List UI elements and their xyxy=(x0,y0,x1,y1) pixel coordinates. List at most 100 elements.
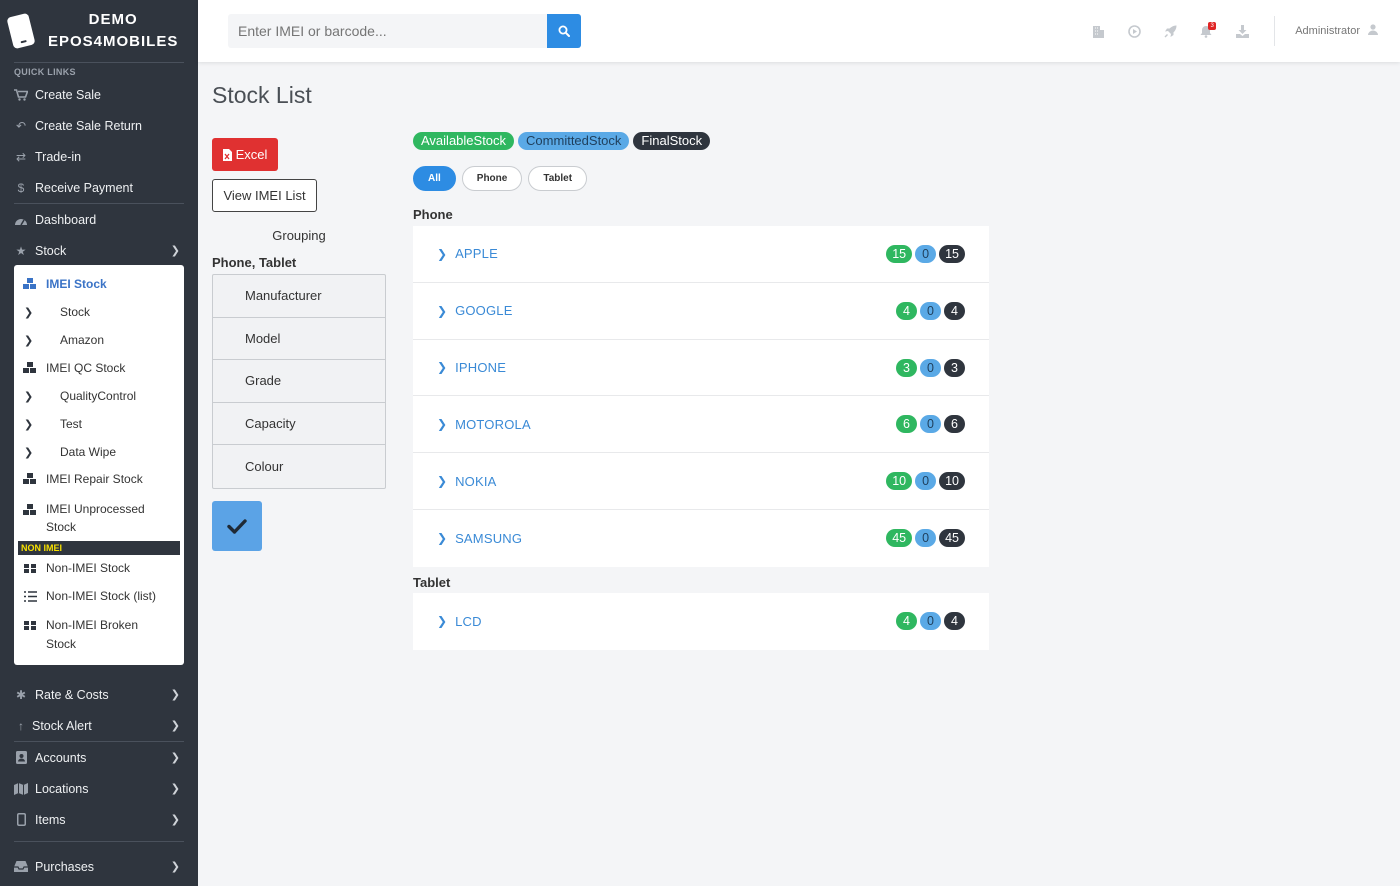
submenu-non-imei-stock[interactable]: Non-IMEI Stock xyxy=(22,561,130,575)
chevron-right-icon: ❯ xyxy=(437,303,448,318)
nav-locations[interactable]: Locations ❯ xyxy=(0,773,198,804)
download-icon[interactable] xyxy=(1224,0,1260,62)
manufacturer-row[interactable]: ❯ LCD 4 0 4 xyxy=(413,593,989,650)
final-count: 15 xyxy=(939,245,965,263)
sidebar: DEMO EPOS4MOBILES QUICK LINKS Create Sal… xyxy=(0,0,198,886)
committed-count: 0 xyxy=(920,358,941,377)
building-icon[interactable] xyxy=(1080,0,1116,62)
address-book-icon xyxy=(14,751,28,765)
chevron-right-icon: ❯ xyxy=(24,306,34,319)
nav-stock-alert[interactable]: ↑ Stock Alert ❯ xyxy=(0,710,198,741)
submenu-label: Test xyxy=(60,417,83,431)
available-count: 45 xyxy=(886,528,913,547)
search-button[interactable] xyxy=(547,14,581,48)
brand-text: DEMO EPOS4MOBILES xyxy=(48,9,178,53)
nav-items[interactable]: Items ❯ xyxy=(0,804,198,835)
chevron-right-icon: ❯ xyxy=(170,814,180,826)
nav-create-sale[interactable]: Create Sale xyxy=(0,79,198,110)
excel-export-button[interactable]: Excel xyxy=(212,138,278,171)
manufacturer-name: APPLE xyxy=(455,246,498,262)
chevron-right-icon: ❯ xyxy=(170,689,180,701)
submenu-label: Non-IMEI Broken Stock xyxy=(46,616,138,654)
dashboard-icon xyxy=(14,213,28,227)
legend-final: FinalStock xyxy=(633,132,711,150)
nav-label: Stock xyxy=(35,243,67,258)
chevron-right-icon: ❯ xyxy=(170,720,180,732)
nav-rate-costs[interactable]: ✱ Rate & Costs ❯ xyxy=(0,679,198,710)
nav-label: Create Sale Return xyxy=(35,118,143,133)
view-imei-list-button[interactable]: View IMEI List xyxy=(212,179,317,212)
manufacturer-row[interactable]: ❯ APPLE 15 0 15 xyxy=(413,226,989,283)
submenu-label: QualityControl xyxy=(60,389,137,403)
star-icon: ★ xyxy=(15,243,27,258)
exchange-icon: ⇄ xyxy=(15,149,27,164)
nav-label: Create Sale xyxy=(35,87,102,102)
nav-purchases[interactable]: Purchases ❯ xyxy=(0,851,198,882)
filter-phone[interactable]: Phone xyxy=(461,166,523,191)
rocket-icon[interactable] xyxy=(1152,0,1188,62)
manufacturer-name: LCD xyxy=(455,613,482,629)
submenu-imei-stock[interactable]: IMEI Stock xyxy=(22,277,107,291)
boxes-icon xyxy=(22,503,38,516)
manufacturer-row[interactable]: ❯ MOTOROLA 6 0 6 xyxy=(413,396,989,454)
submenu-stock[interactable]: ❯ Stock xyxy=(24,305,90,319)
grouping-option[interactable]: Model xyxy=(213,318,385,361)
filter-all[interactable]: All xyxy=(413,166,456,191)
submenu-test[interactable]: ❯ Test xyxy=(24,417,82,431)
nav-accounts[interactable]: Accounts ❯ xyxy=(0,742,198,773)
top-icons: 3 Administrator xyxy=(1080,0,1400,62)
play-circle-icon[interactable] xyxy=(1116,0,1152,62)
cubes-icon xyxy=(22,619,38,632)
sidebar-lower-nav: ✱ Rate & Costs ❯ ↑ Stock Alert ❯ Account… xyxy=(0,679,198,882)
grouping-option[interactable]: Colour xyxy=(213,445,385,488)
stock-counts: 4 0 4 xyxy=(896,612,965,630)
committed-count: 0 xyxy=(915,528,937,547)
grouping-title: Grouping xyxy=(272,228,326,243)
manufacturer-row[interactable]: ❯ SAMSUNG 45 0 45 xyxy=(413,510,989,567)
inbox-icon xyxy=(14,860,28,874)
submenu-quality-control[interactable]: ❯ QualityControl xyxy=(24,389,136,403)
user-name: Administrator xyxy=(1295,25,1360,37)
filter-tablet[interactable]: Tablet xyxy=(528,166,588,191)
stock-counts: 10 0 10 xyxy=(886,472,965,491)
user-menu[interactable]: Administrator xyxy=(1295,24,1400,38)
submenu-imei-unprocessed-stock[interactable]: IMEI Unprocessed Stock xyxy=(22,500,145,536)
stock-counts: 45 0 45 xyxy=(886,528,965,547)
chevron-right-icon: ❯ xyxy=(437,614,448,629)
nav-create-sale-return[interactable]: ↶ Create Sale Return xyxy=(0,110,198,141)
committed-count: 0 xyxy=(915,472,937,491)
stock-counts: 15 0 15 xyxy=(886,245,965,263)
grouping-list: Manufacturer Model Grade Capacity Colour xyxy=(212,274,386,489)
chevron-right-icon: ❯ xyxy=(170,861,180,873)
search-input[interactable] xyxy=(228,14,548,48)
submenu-imei-repair-stock[interactable]: IMEI Repair Stock xyxy=(22,472,143,486)
nav-trade-in[interactable]: ⇄ Trade-in xyxy=(0,141,198,172)
bell-icon[interactable]: 3 xyxy=(1188,0,1224,62)
grouping-option[interactable]: Capacity xyxy=(213,403,385,446)
final-count: 3 xyxy=(944,358,965,377)
manufacturer-row[interactable]: ❯ NOKIA 10 0 10 xyxy=(413,453,989,510)
submenu-non-imei-stock-list[interactable]: Non-IMEI Stock (list) xyxy=(22,589,156,603)
search-icon xyxy=(558,25,570,37)
chevron-right-icon: ❯ xyxy=(24,446,34,459)
grouping-option[interactable]: Manufacturer xyxy=(213,275,385,318)
nav-stock[interactable]: ★ Stock ❯ xyxy=(0,235,198,266)
stock-submenu: IMEI Stock ❯ Stock ❯ Amazon IMEI QC Stoc… xyxy=(14,265,184,665)
manufacturer-row[interactable]: ❯ IPHONE 3 0 3 xyxy=(413,340,989,397)
submenu-data-wipe[interactable]: ❯ Data Wipe xyxy=(24,445,116,459)
nav-label: Rate & Costs xyxy=(35,687,109,702)
manufacturer-row[interactable]: ❯ GOOGLE 4 0 4 xyxy=(413,283,989,340)
brand[interactable]: DEMO EPOS4MOBILES xyxy=(0,0,198,62)
section-label-phone: Phone xyxy=(413,207,453,222)
nav-receive-payment[interactable]: $ Receive Payment xyxy=(0,172,198,203)
committed-count: 0 xyxy=(920,301,941,320)
apply-grouping-button[interactable] xyxy=(212,501,262,551)
submenu-label-line2: Stock xyxy=(46,637,77,651)
submenu-amazon[interactable]: ❯ Amazon xyxy=(24,333,104,347)
submenu-label: IMEI Stock xyxy=(46,277,107,291)
nav-dashboard[interactable]: Dashboard xyxy=(0,204,198,235)
available-count: 4 xyxy=(896,301,917,320)
grouping-option[interactable]: Grade xyxy=(213,360,385,403)
submenu-imei-qc-stock[interactable]: IMEI QC Stock xyxy=(22,361,125,375)
submenu-non-imei-broken-stock[interactable]: Non-IMEI Broken Stock xyxy=(22,616,138,654)
